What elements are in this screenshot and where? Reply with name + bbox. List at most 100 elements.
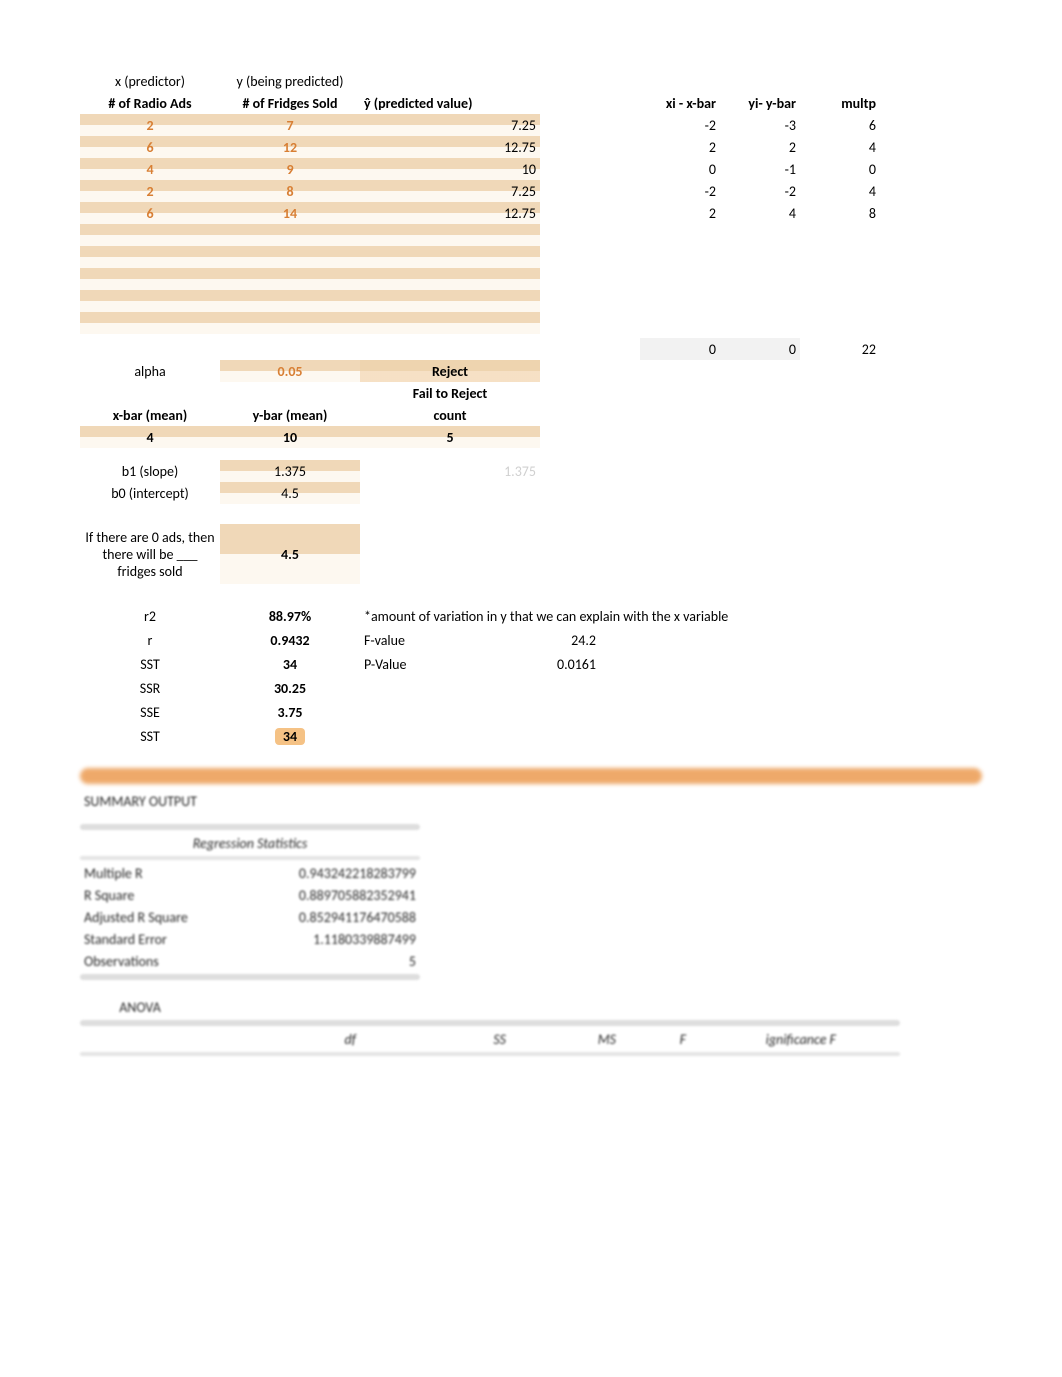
anova-header-row: df SS MS F ignificance F bbox=[80, 1028, 900, 1050]
multp-value: 4 bbox=[800, 136, 880, 158]
y-value: 9 bbox=[220, 158, 360, 180]
y-value: 12 bbox=[220, 136, 360, 158]
dy-value: 2 bbox=[720, 136, 800, 158]
dx-value: -2 bbox=[640, 114, 720, 136]
regression-row: Standard Error1.1180339887499 bbox=[80, 928, 420, 950]
sst-label: SST bbox=[80, 653, 220, 675]
anova-sigf: ignificance F bbox=[690, 1028, 840, 1050]
reg-stat-value: 0.852941176470588 bbox=[240, 906, 420, 928]
data-row: 277.25-2-36 bbox=[80, 114, 982, 136]
f-value: 24.2 bbox=[460, 629, 600, 651]
dx-value: 2 bbox=[640, 136, 720, 158]
multp-value: 0 bbox=[800, 158, 880, 180]
b1-label: b1 (slope) bbox=[80, 460, 220, 482]
p-label: P-Value bbox=[360, 653, 460, 675]
reg-stat-label: R Square bbox=[80, 884, 240, 906]
dx-value: 2 bbox=[640, 202, 720, 224]
regression-row: Adjusted R Square0.852941176470588 bbox=[80, 906, 420, 928]
b0-value: 4.5 bbox=[220, 482, 360, 504]
empty-data-row bbox=[80, 268, 982, 290]
r-row: r 0.9432 F-value 24.2 bbox=[80, 628, 982, 652]
data-row: 61212.75224 bbox=[80, 136, 982, 158]
ssr-value: 30.25 bbox=[220, 677, 360, 699]
reg-stat-value: 0.943242218283799 bbox=[240, 862, 420, 884]
yhat-value: 12.75 bbox=[360, 202, 540, 224]
y-header: # of Fridges Sold bbox=[220, 92, 360, 114]
y-value: 8 bbox=[220, 180, 360, 202]
ssr-label: SSR bbox=[80, 677, 220, 699]
regression-row: Observations5 bbox=[80, 950, 420, 972]
interp-label: If there are 0 ads, then there will be _… bbox=[80, 528, 220, 581]
x-value: 6 bbox=[80, 136, 220, 158]
r-label: r bbox=[80, 629, 220, 651]
r2-label: r2 bbox=[80, 605, 220, 627]
dy-value: -3 bbox=[720, 114, 800, 136]
multp-value: 4 bbox=[800, 180, 880, 202]
data-header-row: # of Radio Ads # of Fridges Sold ŷ (pred… bbox=[80, 92, 982, 114]
anova-ss: SS bbox=[360, 1028, 510, 1050]
yhat-value: 7.25 bbox=[360, 180, 540, 202]
yi-ybar-header: yi- y-bar bbox=[720, 92, 800, 114]
dx-value: -2 bbox=[640, 180, 720, 202]
dy-sum: 0 bbox=[720, 338, 800, 360]
b1-faded: 1.375 bbox=[360, 460, 540, 482]
b1-row: b1 (slope) 1.375 1.375 bbox=[80, 460, 982, 482]
xi-xbar-header: xi - x-bar bbox=[640, 92, 720, 114]
yhat-value: 10 bbox=[360, 158, 540, 180]
regression-row: R Square0.889705882352941 bbox=[80, 884, 420, 906]
anova-title-row: ANOVA bbox=[80, 996, 982, 1018]
x-value: 2 bbox=[80, 114, 220, 136]
reg-bottom-bar bbox=[80, 974, 420, 980]
y-predicted-label: y (being predicted) bbox=[220, 70, 360, 92]
reg-stat-label: Observations bbox=[80, 950, 240, 972]
data-row: 61412.75248 bbox=[80, 202, 982, 224]
empty-data-row bbox=[80, 290, 982, 312]
x-header: # of Radio Ads bbox=[80, 92, 220, 114]
sst2-label: SST bbox=[80, 725, 220, 747]
sse-value: 3.75 bbox=[220, 701, 360, 723]
reg-stat-label: Standard Error bbox=[80, 928, 240, 950]
decision-fail: Fail to Reject bbox=[360, 382, 540, 404]
reg-stat-value: 0.889705882352941 bbox=[240, 884, 420, 906]
reg-stat-label: Multiple R bbox=[80, 862, 240, 884]
reg-stat-label: Adjusted R Square bbox=[80, 906, 240, 928]
y-value: 7 bbox=[220, 114, 360, 136]
x-value: 4 bbox=[80, 158, 220, 180]
y-value: 14 bbox=[220, 202, 360, 224]
anova-df: df bbox=[240, 1028, 360, 1050]
ybar-value: 10 bbox=[220, 426, 360, 448]
multp-value: 8 bbox=[800, 202, 880, 224]
means-values-row: 4 10 5 bbox=[80, 426, 982, 448]
b0-label: b0 (intercept) bbox=[80, 482, 220, 504]
yhat-value: 7.25 bbox=[360, 114, 540, 136]
fail-reject-row: Fail to Reject bbox=[80, 382, 982, 404]
anova-ms: MS bbox=[510, 1028, 620, 1050]
anova-f: F bbox=[620, 1028, 690, 1050]
r2-note: *amount of variation in y that we can ex… bbox=[360, 605, 820, 627]
orange-separator bbox=[80, 768, 982, 784]
dx-sum: 0 bbox=[640, 338, 720, 360]
sst2-value: 34 bbox=[220, 725, 360, 747]
alpha-label: alpha bbox=[80, 360, 220, 382]
reg-mid-bar bbox=[80, 856, 420, 860]
multp-header: multp bbox=[800, 92, 880, 114]
summary-output-title-row: SUMMARY OUTPUT bbox=[80, 790, 982, 812]
deviation-sum-row: 0 0 22 bbox=[80, 338, 982, 360]
reg-stat-value: 5 bbox=[240, 950, 420, 972]
regression-row: Multiple R0.943242218283799 bbox=[80, 862, 420, 884]
r2-row: r2 88.97% *amount of variation in y that… bbox=[80, 604, 982, 628]
alpha-row: alpha 0.05 Reject bbox=[80, 360, 982, 382]
predictor-label-row: x (predictor) y (being predicted) bbox=[80, 70, 982, 92]
yhat-value: 12.75 bbox=[360, 136, 540, 158]
anova-mid-bar bbox=[80, 1052, 900, 1056]
f-label: F-value bbox=[360, 629, 460, 651]
xbar-value: 4 bbox=[80, 426, 220, 448]
ybar-label: y-bar (mean) bbox=[220, 404, 360, 426]
decision-reject: Reject bbox=[360, 360, 540, 382]
reg-stat-value: 1.1180339887499 bbox=[240, 928, 420, 950]
anova-title: ANOVA bbox=[80, 996, 200, 1018]
dx-value: 0 bbox=[640, 158, 720, 180]
count-value: 5 bbox=[360, 426, 540, 448]
b0-row: b0 (intercept) 4.5 bbox=[80, 482, 982, 504]
dy-value: -2 bbox=[720, 180, 800, 202]
